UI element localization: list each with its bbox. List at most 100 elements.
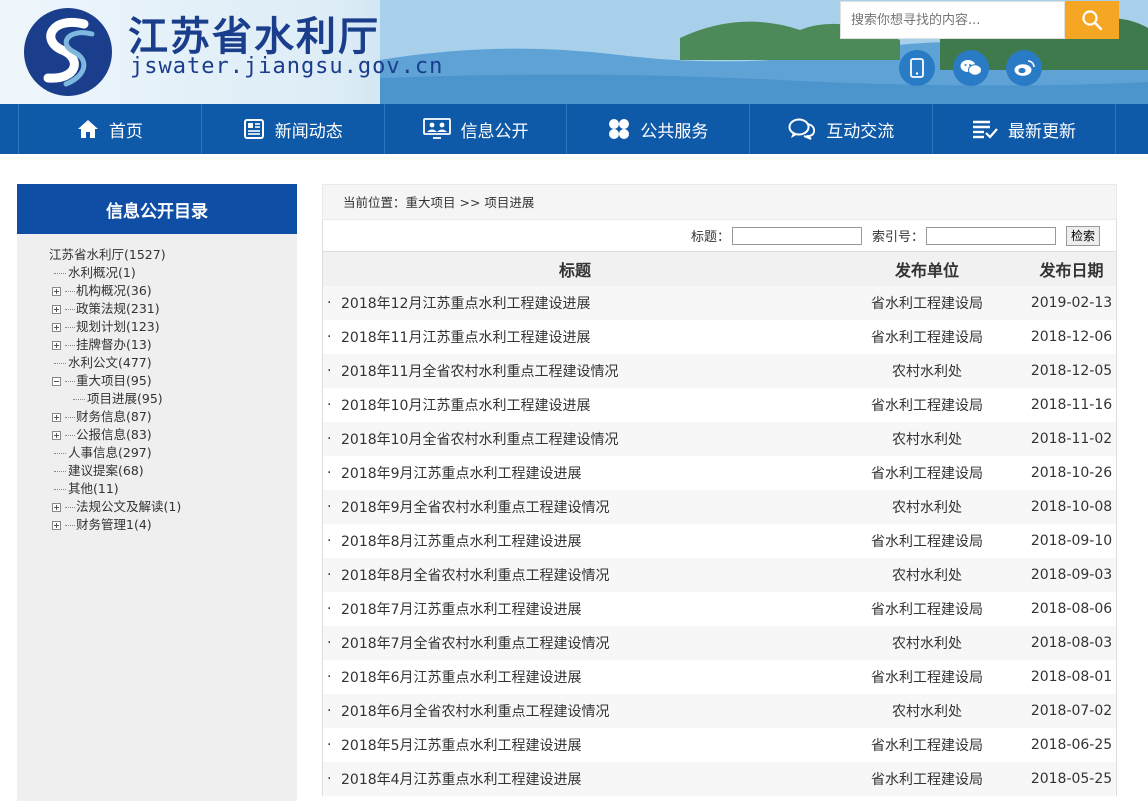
row-title-link[interactable]: 2018年11月江苏重点水利工程建设进展: [341, 327, 590, 347]
index-filter-label: 索引号：: [871, 230, 924, 245]
bullet-icon: ·: [327, 533, 332, 549]
row-title-link[interactable]: 2018年8月江苏重点水利工程建设进展: [341, 531, 582, 551]
row-title-link[interactable]: 2018年4月江苏重点水利工程建设进展: [341, 769, 582, 789]
row-title-link[interactable]: 2018年9月全省农村水利重点工程建设情况: [341, 497, 610, 517]
bullet-icon: ·: [327, 737, 332, 753]
tree-connector: [65, 434, 75, 436]
row-unit: 省水利工程建设局: [871, 534, 983, 550]
search-button[interactable]: [1065, 1, 1119, 39]
filter-search-button[interactable]: 检索: [1065, 225, 1100, 246]
nav-item-service[interactable]: 公共服务: [566, 104, 749, 154]
tree-connector: [65, 416, 75, 418]
nav-item-updates[interactable]: 最新更新: [932, 104, 1116, 154]
tree-item-bulletin[interactable]: 公报信息(83): [49, 426, 297, 444]
row-title-link[interactable]: 2018年5月江苏重点水利工程建设进展: [341, 735, 582, 755]
search-input[interactable]: [840, 1, 1065, 39]
table-row: · 2018年5月江苏重点水利工程建设进展 省水利工程建设局 2018-06-25: [323, 728, 1116, 762]
wechat-icon: [960, 60, 982, 76]
tree-item-major-projects[interactable]: 重大项目(95): [49, 372, 297, 390]
nav-item-interaction[interactable]: 互动交流: [749, 104, 932, 154]
table-row: · 2018年6月全省农村水利重点工程建设情况 农村水利处 2018-07-02: [323, 694, 1116, 728]
row-title-link[interactable]: 2018年7月江苏重点水利工程建设进展: [341, 599, 582, 619]
tree-connector: [54, 470, 66, 472]
nav-item-home[interactable]: 首页: [18, 104, 201, 154]
row-unit: 省水利工程建设局: [871, 670, 983, 686]
row-date: 2018-08-03: [1030, 635, 1113, 651]
row-date: 2018-09-10: [1030, 533, 1113, 549]
tree-item-interpretation[interactable]: 法规公文及解读(1): [49, 498, 297, 516]
table-row: · 2018年10月全省农村水利重点工程建设情况 农村水利处 2018-11-02: [323, 422, 1116, 456]
tree-item-label: 水利公文(477): [68, 355, 152, 370]
table-row: · 2018年10月江苏重点水利工程建设进展 省水利工程建设局 2018-11-16: [323, 388, 1116, 422]
row-title-link[interactable]: 2018年7月全省农村水利重点工程建设情况: [341, 633, 610, 653]
bullet-icon: ·: [327, 771, 332, 787]
site-logo-icon: [24, 8, 112, 96]
site-header: 江苏省水利厅 jswater.jiangsu.gov.cn: [0, 0, 1148, 104]
service-icon: [609, 119, 630, 139]
row-date: 2018-12-05: [1030, 363, 1113, 379]
table-row: · 2018年6月江苏重点水利工程建设进展 省水利工程建设局 2018-08-01: [323, 660, 1116, 694]
index-filter-input[interactable]: [925, 226, 1056, 245]
tree-item-label: 财务管理1(4): [76, 517, 152, 532]
news-icon: [243, 119, 264, 139]
row-title-link[interactable]: 2018年10月全省农村水利重点工程建设情况: [341, 429, 618, 449]
nav-item-label: 首页: [108, 121, 143, 142]
title-filter-input[interactable]: [731, 226, 862, 245]
tree-item-label: 项目进展(95): [87, 391, 163, 406]
expand-icon[interactable]: [52, 502, 61, 512]
row-date: 2018-08-06: [1030, 601, 1113, 617]
tree-item-project-progress[interactable]: 项目进展(95): [49, 390, 297, 408]
tree-item-finance-management[interactable]: 财务管理1(4): [49, 516, 297, 534]
chat-icon: [788, 118, 816, 140]
tree-item-other[interactable]: 其他(11): [49, 480, 297, 498]
tree-item-planning[interactable]: 规划计划(123): [49, 318, 297, 336]
expand-icon[interactable]: [52, 304, 61, 314]
table-row: · 2018年8月全省农村水利重点工程建设情况 农村水利处 2018-09-03: [323, 558, 1116, 592]
tree-item-organization[interactable]: 机构概况(36): [49, 282, 297, 300]
tree-connector: [54, 362, 66, 364]
row-date: 2018-10-26: [1030, 465, 1113, 481]
tree-item-finance[interactable]: 财务信息(87): [49, 408, 297, 426]
tree-item-policy[interactable]: 政策法规(231): [49, 300, 297, 318]
tree-item-label: 法规公文及解读(1): [76, 499, 182, 514]
tree-item-label: 政策法规(231): [76, 301, 160, 316]
expand-icon[interactable]: [52, 340, 61, 350]
row-title-link[interactable]: 2018年8月全省农村水利重点工程建设情况: [341, 565, 610, 585]
tree-connector: [65, 380, 75, 382]
row-title-link[interactable]: 2018年6月江苏重点水利工程建设进展: [341, 667, 582, 687]
row-title-link[interactable]: 2018年6月全省农村水利重点工程建设情况: [341, 701, 610, 721]
row-title-link[interactable]: 2018年9月江苏重点水利工程建设进展: [341, 463, 582, 483]
expand-icon[interactable]: [52, 520, 61, 530]
tree-item-proposals[interactable]: 建议提案(68): [49, 462, 297, 480]
expand-icon[interactable]: [52, 286, 61, 296]
mobile-button[interactable]: [899, 50, 935, 86]
collapse-icon[interactable]: [52, 376, 61, 386]
row-unit: 省水利工程建设局: [871, 738, 983, 754]
tree-item-personnel[interactable]: 人事信息(297): [49, 444, 297, 462]
tree-item-supervision[interactable]: 挂牌督办(13): [49, 336, 297, 354]
expand-icon[interactable]: [52, 412, 61, 422]
nav-item-info[interactable]: 信息公开: [383, 104, 567, 154]
tree-connector: [65, 290, 75, 292]
tree-item-root[interactable]: 江苏省水利厅(1527): [49, 246, 297, 264]
nav-item-label: 信息公开: [460, 121, 529, 142]
expand-icon[interactable]: [52, 322, 61, 332]
site-domain: jswater.jiangsu.gov.cn: [130, 54, 444, 79]
nav-item-news[interactable]: 新闻动态: [200, 104, 384, 154]
row-unit: 省水利工程建设局: [871, 330, 983, 346]
bullet-icon: ·: [327, 363, 332, 379]
wechat-button[interactable]: [953, 50, 989, 86]
row-title-link[interactable]: 2018年12月江苏重点水利工程建设进展: [341, 293, 590, 313]
row-title-link[interactable]: 2018年10月江苏重点水利工程建设进展: [341, 395, 590, 415]
row-date: 2018-05-25: [1030, 771, 1113, 787]
row-title-link[interactable]: 2018年11月全省农村水利重点工程建设情况: [341, 361, 618, 381]
table-row: · 2018年7月江苏重点水利工程建设进展 省水利工程建设局 2018-08-06: [323, 592, 1116, 626]
weibo-button[interactable]: [1006, 50, 1042, 86]
tree-item-documents[interactable]: 水利公文(477): [49, 354, 297, 372]
tree-connector: [65, 524, 75, 526]
tree-item-label: 建议提案(68): [68, 463, 144, 478]
tree-connector: [54, 488, 66, 490]
tree-item-overview[interactable]: 水利概况(1): [49, 264, 297, 282]
bullet-icon: ·: [327, 431, 332, 447]
expand-icon[interactable]: [52, 430, 61, 440]
